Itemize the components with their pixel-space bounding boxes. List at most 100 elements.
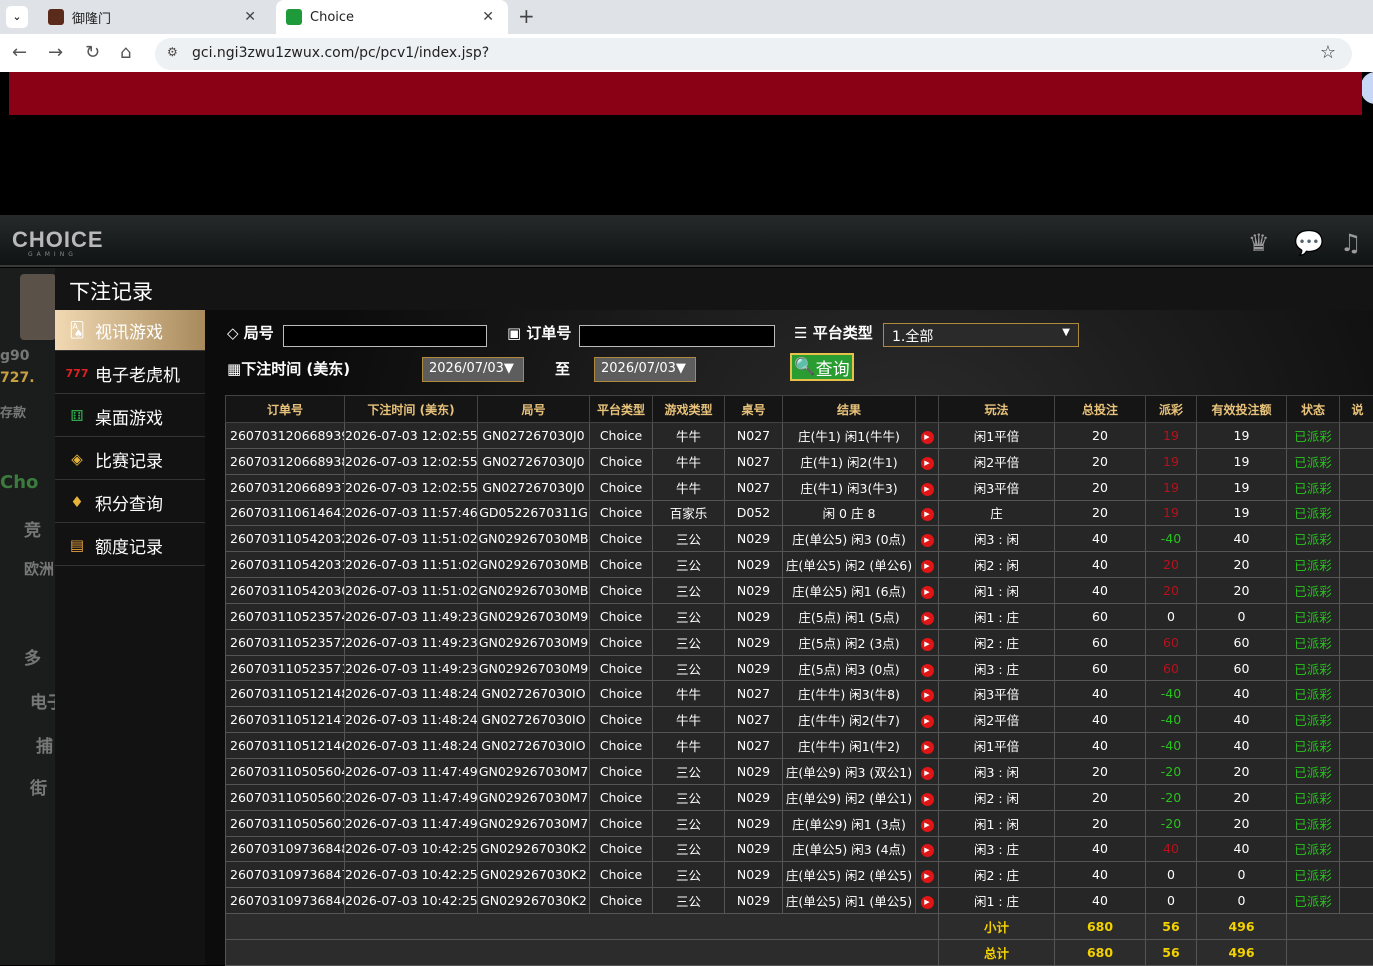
video-replay-icon[interactable]: ▶ — [921, 508, 934, 521]
table-cell: 三公 — [653, 888, 725, 914]
back-arrow-icon[interactable]: ← — [12, 42, 27, 63]
bookmark-star-icon[interactable]: ☆ — [1320, 42, 1336, 63]
empty-cell — [1287, 914, 1373, 940]
table-cell: N027 — [725, 448, 783, 474]
reload-icon[interactable]: ↻ — [85, 42, 100, 63]
video-replay-icon[interactable]: ▶ — [921, 819, 934, 832]
total-total_bet: 680 — [1055, 939, 1146, 965]
table-cell: 260703110505601 — [226, 810, 345, 836]
menu-item-points[interactable]: ♦积分查询 — [55, 482, 205, 523]
video-replay-icon[interactable]: ▶ — [921, 560, 934, 573]
table-cell: 2026-07-03 12:02:55 — [345, 474, 478, 500]
replay-cell: ▶ — [916, 758, 939, 784]
date-to-select[interactable]: 2026/07/03▼ — [594, 357, 696, 382]
forward-arrow-icon[interactable]: → — [48, 42, 63, 63]
order-number-input[interactable] — [579, 325, 775, 347]
profile-button[interactable] — [1361, 72, 1373, 104]
table-cell: 19 — [1197, 448, 1287, 474]
menu-item-match-records[interactable]: ◈比赛记录 — [55, 439, 205, 480]
site-favicon-icon — [48, 9, 64, 25]
video-replay-icon[interactable]: ▶ — [921, 483, 934, 496]
empty-cell — [1340, 862, 1373, 888]
browser-tab-1[interactable]: 御隆门 ✕ — [38, 0, 270, 34]
empty-cell — [1340, 500, 1373, 526]
column-header: 游戏类型 — [653, 396, 725, 423]
bg-text: Cho — [0, 472, 38, 493]
menu-label: 视讯游戏 — [95, 318, 163, 343]
video-replay-icon[interactable]: ▶ — [921, 586, 934, 599]
subtotal-total_bet: 680 — [1055, 914, 1146, 940]
replay-cell: ▶ — [916, 733, 939, 759]
query-button[interactable]: 🔍查询 — [790, 353, 854, 381]
empty-cell — [1340, 655, 1373, 681]
table-cell: N027 — [725, 681, 783, 707]
tab-close-icon[interactable]: ✕ — [482, 9, 494, 25]
table-cell: 闲1 : 闲 — [939, 578, 1055, 604]
video-replay-icon[interactable]: ▶ — [921, 431, 934, 444]
date-from-select[interactable]: 2026/07/03▼ — [422, 357, 524, 382]
vip-crown-icon[interactable]: ♛ — [1248, 229, 1270, 257]
tab-list-chevron-icon[interactable]: ⌄ — [6, 6, 28, 28]
to-label: 至 — [555, 358, 570, 379]
video-replay-icon[interactable]: ▶ — [921, 715, 934, 728]
browser-tab-2[interactable]: Choice ✕ — [276, 0, 508, 34]
platform-select[interactable]: 1.全部▼ — [883, 323, 1079, 347]
video-replay-icon[interactable]: ▶ — [921, 896, 934, 909]
video-replay-icon[interactable]: ▶ — [921, 638, 934, 651]
video-replay-icon[interactable]: ▶ — [921, 664, 934, 677]
new-tab-plus-icon[interactable]: + — [518, 4, 535, 28]
table-cell: -40 — [1146, 526, 1197, 552]
side-menu: 🂡视讯游戏 777电子老虎机 ⚅桌面游戏 ◈比赛记录 ♦积分查询 ▤额度记录 — [55, 310, 205, 965]
table-cell: 2026-07-03 10:42:25 — [345, 862, 478, 888]
replay-cell: ▶ — [916, 423, 939, 449]
video-replay-icon[interactable]: ▶ — [921, 767, 934, 780]
table-cell: Choice — [590, 500, 653, 526]
menu-item-table-games[interactable]: ⚅桌面游戏 — [55, 396, 205, 437]
site-info-icon[interactable]: ⚙ — [167, 45, 178, 59]
table-cell: 闲3平倍 — [939, 474, 1055, 500]
video-replay-icon[interactable]: ▶ — [921, 612, 934, 625]
table-cell: 牛牛 — [653, 733, 725, 759]
empty-cell — [1340, 423, 1373, 449]
table-cell: 60 — [1055, 629, 1146, 655]
video-replay-icon[interactable]: ▶ — [921, 534, 934, 547]
home-icon[interactable]: ⌂ — [120, 42, 131, 63]
table-cell: 庄(单公9) 闲3 (双公1) — [783, 758, 916, 784]
table-cell: 三公 — [653, 578, 725, 604]
music-note-icon[interactable]: ♫ — [1340, 229, 1362, 257]
table-cell: 已派彩 — [1287, 707, 1340, 733]
menu-item-slots[interactable]: 777电子老虎机 — [55, 353, 205, 394]
address-bar[interactable]: ⚙ gci.ngi3zwu1zwux.com/pc/pcv1/index.jsp… — [155, 38, 1352, 70]
avatar — [20, 274, 56, 340]
video-replay-icon[interactable]: ▶ — [921, 844, 934, 857]
table-cell: 40 — [1055, 888, 1146, 914]
ticket-icon: ◈ — [65, 450, 89, 468]
replay-cell: ▶ — [916, 578, 939, 604]
video-replay-icon[interactable]: ▶ — [921, 793, 934, 806]
video-replay-icon[interactable]: ▶ — [921, 689, 934, 702]
table-cell: GN027267030J0 — [478, 448, 590, 474]
table-cell: 三公 — [653, 836, 725, 862]
order-label-text: 订单号 — [526, 324, 571, 342]
table-cell: 40 — [1055, 836, 1146, 862]
table-cell: 闲1平倍 — [939, 733, 1055, 759]
video-replay-icon[interactable]: ▶ — [921, 457, 934, 470]
table-cell: -40 — [1146, 681, 1197, 707]
round-input[interactable] — [283, 325, 487, 347]
table-cell: 20 — [1197, 810, 1287, 836]
url-text[interactable]: gci.ngi3zwu1zwux.com/pc/pcv1/index.jsp? — [192, 45, 489, 61]
table-cell: 40 — [1055, 862, 1146, 888]
table-cell: 已派彩 — [1287, 784, 1340, 810]
menu-item-live-games[interactable]: 🂡视讯游戏 — [55, 310, 205, 351]
tab-close-icon[interactable]: ✕ — [244, 9, 256, 25]
table-cell: GN029267030K2 — [478, 836, 590, 862]
video-replay-icon[interactable]: ▶ — [921, 741, 934, 754]
table-cell: 40 — [1055, 578, 1146, 604]
table-cell: 已派彩 — [1287, 810, 1340, 836]
table-cell: 20 — [1146, 578, 1197, 604]
table-cell: N027 — [725, 474, 783, 500]
video-replay-icon[interactable]: ▶ — [921, 870, 934, 883]
column-header: 结果 — [783, 396, 916, 423]
menu-item-credit-records[interactable]: ▤额度记录 — [55, 525, 205, 566]
chat-icon[interactable]: 💬 — [1294, 229, 1324, 257]
